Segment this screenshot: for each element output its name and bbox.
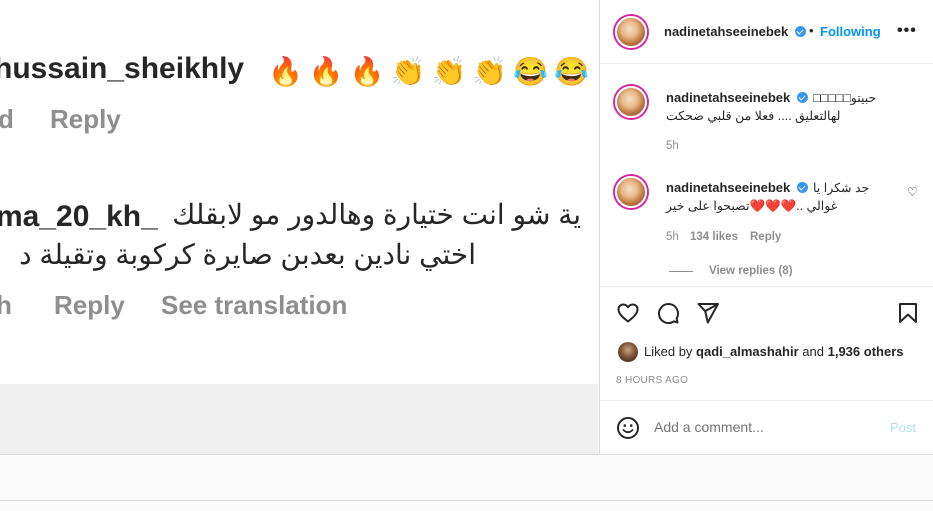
background-comments-panel: hussain_sheikhly 🔥🔥🔥👏👏👏😂😂 d Reply ma_20_… bbox=[0, 0, 598, 384]
liked-and: and bbox=[802, 344, 824, 359]
post-actions: Liked by qadi_almashahir and 1,936 other… bbox=[600, 286, 933, 400]
page-bottom-divider bbox=[0, 500, 933, 501]
emoji-icon[interactable] bbox=[616, 416, 640, 440]
comment-avatar[interactable] bbox=[615, 86, 647, 118]
background-gray-area bbox=[0, 384, 598, 454]
more-icon[interactable]: ••• bbox=[897, 22, 917, 40]
comment-time: 5h bbox=[666, 231, 679, 243]
comment-avatar[interactable] bbox=[615, 176, 647, 208]
post-timestamp[interactable]: 8 HOURS AGO bbox=[616, 375, 688, 386]
post-sidebar: nadinetahseeinebek • Following ••• nadin… bbox=[599, 0, 933, 454]
comment-reply-button[interactable]: Reply bbox=[750, 231, 781, 243]
liker-avatar[interactable] bbox=[618, 342, 638, 362]
author-username[interactable]: nadinetahseeinebek bbox=[664, 24, 788, 39]
comment1-reply-button[interactable]: Reply bbox=[50, 104, 121, 135]
comment2-text-line2: اختي نادين بعدبن صايرة كركوبة وتقيلة د bbox=[19, 239, 476, 270]
comment-text-line2: لهالتعليق .... فعلا من قلبي ضحكت bbox=[666, 109, 841, 123]
comment2-reply-button[interactable]: Reply bbox=[54, 290, 125, 321]
author-avatar[interactable] bbox=[615, 16, 647, 48]
view-replies-line bbox=[669, 271, 693, 272]
comment-text-line1: جد شكرا يا bbox=[813, 181, 870, 195]
liked-user-link[interactable]: qadi_almashahir bbox=[696, 344, 799, 359]
page-bottom-strip bbox=[0, 454, 933, 511]
comment2-see-translation-button[interactable]: See translation bbox=[161, 290, 347, 321]
comment1-time: d bbox=[0, 104, 14, 134]
comment-username[interactable]: nadinetahseeinebek bbox=[666, 180, 790, 195]
post-button[interactable]: Post bbox=[890, 420, 916, 435]
comment-text-line2: غوالي ..❤️❤️❤️تصبحوا على خير bbox=[666, 199, 838, 213]
comment-text-line1: حبيتو□□□□□ bbox=[813, 91, 877, 105]
comment-icon[interactable] bbox=[656, 301, 680, 325]
liked-others-link[interactable]: 1,936 others bbox=[828, 344, 904, 359]
verified-icon bbox=[795, 26, 806, 37]
comment2-username[interactable]: ma_20_kh_ bbox=[0, 200, 158, 234]
add-comment-bar: Post bbox=[600, 400, 933, 454]
comment2-text-line1: ية شو انت ختيارة وهالدور مو لابقلك bbox=[172, 199, 581, 230]
comment-time: 5h bbox=[666, 140, 679, 152]
following-button[interactable]: Following bbox=[820, 24, 881, 39]
add-comment-input[interactable] bbox=[654, 419, 874, 435]
bookmark-icon[interactable] bbox=[896, 301, 920, 325]
view-replies-button[interactable]: View replies (8) bbox=[709, 265, 793, 277]
comment-likes[interactable]: 134 likes bbox=[690, 231, 738, 243]
separator-dot: • bbox=[809, 23, 814, 38]
comment-like-heart-icon[interactable]: ♡ bbox=[907, 185, 918, 199]
instagram-post-page: hussain_sheikhly 🔥🔥🔥👏👏👏😂😂 d Reply ma_20_… bbox=[0, 0, 933, 511]
liked-prefix: Liked by bbox=[644, 344, 693, 359]
comment1-emojis: 🔥🔥🔥👏👏👏😂😂 bbox=[268, 56, 595, 87]
comment2-time: h bbox=[0, 290, 12, 320]
comment-username[interactable]: nadinetahseeinebek bbox=[666, 90, 790, 105]
heart-icon[interactable] bbox=[616, 301, 640, 325]
verified-icon bbox=[797, 92, 808, 103]
post-header: nadinetahseeinebek • Following ••• bbox=[600, 0, 933, 64]
liked-by-text: Liked by qadi_almashahir and 1,936 other… bbox=[644, 344, 903, 359]
verified-icon bbox=[797, 182, 808, 193]
comment1-username[interactable]: hussain_sheikhly bbox=[0, 52, 244, 86]
share-icon[interactable] bbox=[696, 301, 720, 325]
